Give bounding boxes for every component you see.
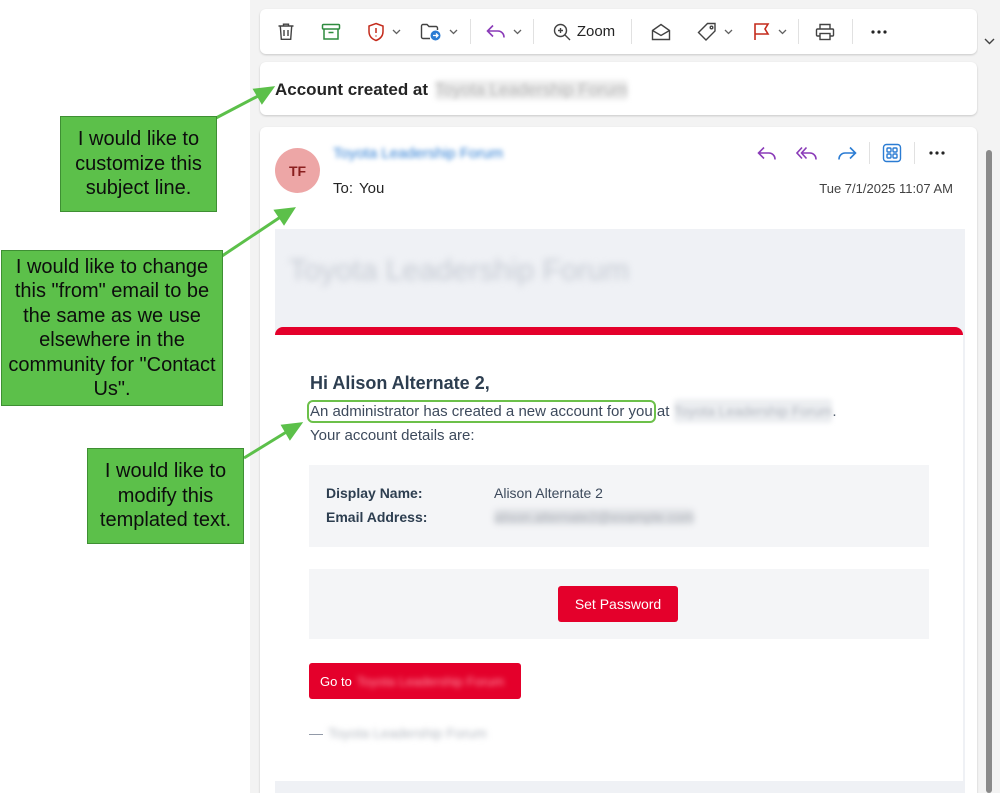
mark-read-button[interactable] <box>648 9 674 54</box>
archive-button[interactable] <box>317 9 345 54</box>
account-details: Display Name: Alison Alternate 2 Email A… <box>309 465 929 547</box>
actions-divider <box>869 142 870 164</box>
chevron-down-icon[interactable] <box>984 38 995 45</box>
message-actions <box>747 139 957 167</box>
goto-target: Toyota Leadership Forum <box>356 673 505 689</box>
subject-bar: Account created at Toyota Leadership For… <box>260 62 977 115</box>
recipient-line: To: You <box>333 180 384 197</box>
reply-icon <box>486 24 505 38</box>
subject-title: Account created at <box>275 80 429 99</box>
reply-all-icon <box>796 146 817 159</box>
reply-all-button[interactable] <box>787 139 827 167</box>
forward-icon <box>838 146 857 159</box>
toolbar-divider <box>798 19 799 44</box>
scrollbar-thumb[interactable] <box>986 150 992 793</box>
delete-button[interactable] <box>272 9 300 54</box>
chevron-down-icon <box>778 29 787 34</box>
subject-annotation: I would like to customize this subject l… <box>60 116 217 212</box>
intro-line2: Your account details are: <box>310 427 475 444</box>
display-name-value: Alison Alternate 2 <box>494 485 603 501</box>
intro-text: An administrator has created a new accou… <box>307 399 930 448</box>
zoom-button[interactable]: Zoom <box>548 9 620 54</box>
reply-button[interactable] <box>482 9 526 54</box>
recipient-value[interactable]: You <box>359 180 384 197</box>
toolbar-divider <box>631 19 632 44</box>
envelope-open-icon <box>651 23 671 40</box>
template-content: Hi Alison Alternate 2, An administrator … <box>275 335 963 781</box>
sender-avatar[interactable]: TF <box>275 148 320 193</box>
chevron-down-icon <box>449 29 458 34</box>
toolbar-divider <box>533 19 534 44</box>
message-toolbar: Zoom <box>260 9 977 54</box>
report-button[interactable] <box>363 9 405 54</box>
more-icon <box>871 29 887 34</box>
set-password-section: Set Password <box>309 569 929 639</box>
apps-icon <box>882 143 902 163</box>
intro-at: at <box>656 403 670 420</box>
trash-icon <box>278 23 294 40</box>
to-label: To: <box>333 180 354 197</box>
signoff-name: Toyota Leadership Forum <box>328 725 487 741</box>
message-date: Tue 7/1/2025 11:07 AM <box>819 181 953 196</box>
email-template: Toyota Leadership Forum Hi Alison Altern… <box>275 229 965 793</box>
set-password-button[interactable]: Set Password <box>558 586 678 622</box>
display-name-label: Display Name: <box>326 485 423 501</box>
template-annotation: I would like to modify this templated te… <box>87 448 244 544</box>
reply-icon <box>757 146 776 159</box>
flag-button[interactable] <box>749 9 791 54</box>
forward-button[interactable] <box>827 139 867 167</box>
print-button[interactable] <box>812 9 838 54</box>
subject-line: Account created at Toyota Leadership For… <box>275 80 628 100</box>
message-more-button[interactable] <box>917 139 957 167</box>
apps-button[interactable] <box>872 139 912 167</box>
chevron-down-icon <box>724 29 733 34</box>
goto-prefix: Go to <box>320 673 352 689</box>
community-name: Toyota Leadership Forum <box>673 399 833 423</box>
signoff-dash: — <box>309 725 323 741</box>
zoom-label: Zoom <box>576 23 616 40</box>
flag-icon <box>754 23 770 40</box>
highlighted-template-text: An administrator has created a new accou… <box>307 400 656 423</box>
go-to-community-button[interactable]: Go to Toyota Leadership Forum <box>309 663 521 699</box>
report-shield-icon <box>368 22 384 41</box>
toolbar-divider <box>852 19 853 44</box>
zoom-icon <box>553 23 571 40</box>
intro-end: . <box>832 403 837 420</box>
archive-icon <box>321 23 341 40</box>
more-actions-button[interactable] <box>866 9 892 54</box>
email-message: TF Toyota Leadership Forum To: You Tue 7/… <box>260 127 977 793</box>
chevron-down-icon <box>513 29 522 34</box>
chevron-down-icon <box>392 29 401 34</box>
email-address-label: Email Address: <box>326 509 428 525</box>
template-header-title: Toyota Leadership Forum <box>289 254 630 287</box>
more-icon <box>929 151 945 155</box>
categorize-button[interactable] <box>694 9 736 54</box>
signoff: — Toyota Leadership Forum <box>309 725 487 741</box>
template-header: Toyota Leadership Forum <box>289 254 629 288</box>
move-folder-icon <box>420 23 441 41</box>
from-annotation: I would like to change this "from" email… <box>1 250 223 406</box>
actions-divider <box>914 142 915 164</box>
reply-button[interactable] <box>747 139 787 167</box>
tag-icon <box>697 22 716 41</box>
print-icon <box>815 23 835 40</box>
move-button[interactable] <box>418 9 460 54</box>
sender-name[interactable]: Toyota Leadership Forum <box>333 145 503 163</box>
greeting: Hi Alison Alternate 2, <box>310 373 490 393</box>
email-address-value: alison.alternate2@example.com <box>494 509 695 525</box>
toolbar-divider <box>470 19 471 44</box>
redacted-subject: Toyota Leadership Forum <box>434 80 628 100</box>
